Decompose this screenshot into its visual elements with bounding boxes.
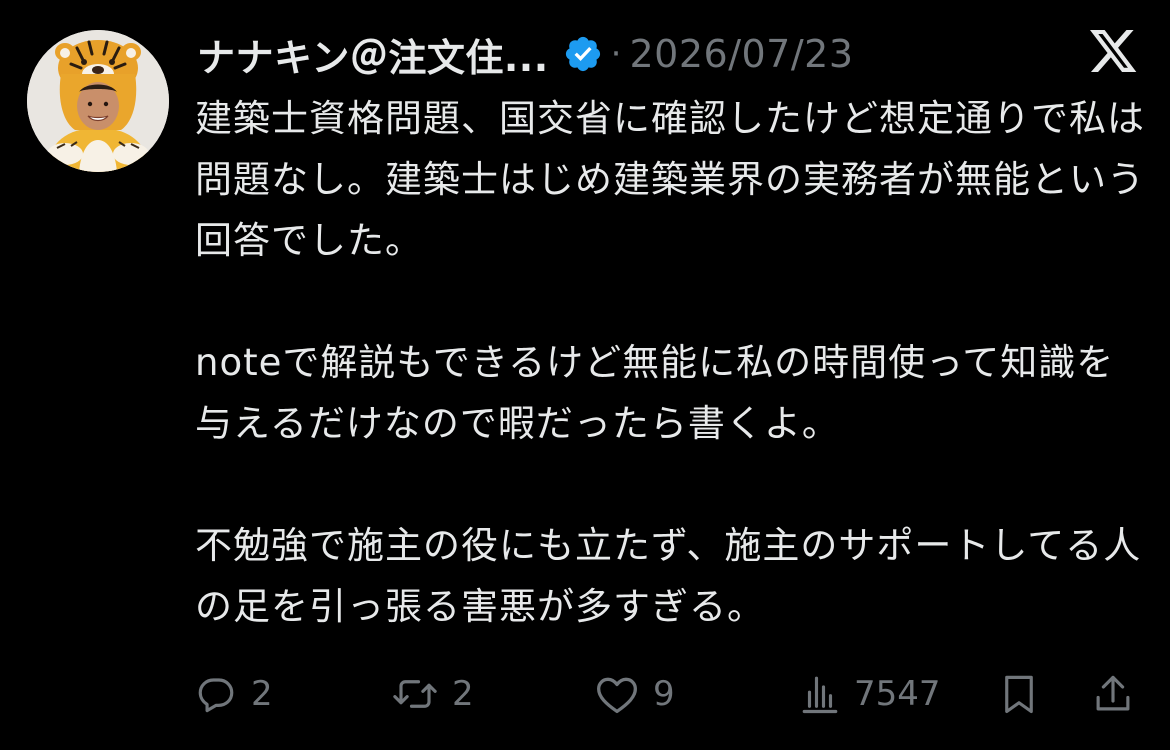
tweet-paragraph: noteで解説もできるけど無能に私の時間使って知識を与えるだけなので暇だったら書… xyxy=(195,341,1115,445)
bookmark-button[interactable] xyxy=(1000,668,1038,720)
tweet-text: 建築士資格問題、国交省に確認したけど想定通りで私は問題なし。建築士はじめ建築業界… xyxy=(195,88,1145,637)
share-button[interactable] xyxy=(1093,668,1133,720)
views-button[interactable]: 7547 xyxy=(800,668,941,720)
author-name[interactable]: ナナキン＠注文住... xyxy=(197,27,549,82)
tweet-paragraph: 不勉強で施主の役にも立たず、施主のサポートしてる人の足を引っ張る害悪が多すぎる。 xyxy=(195,524,1142,628)
heart-icon xyxy=(595,673,639,715)
tweet-header: ナナキン＠注文住... · 2026/07/23 xyxy=(197,26,854,82)
tweet: ナナキン＠注文住... · 2026/07/23 建築士資格問題、国交省に確認し… xyxy=(0,0,1170,750)
separator-dot: · xyxy=(610,34,622,74)
bookmark-icon xyxy=(1000,673,1038,715)
reply-icon xyxy=(195,673,237,715)
reply-count: 2 xyxy=(251,674,273,714)
x-logo-icon[interactable] xyxy=(1090,30,1138,74)
tweet-paragraph: 建築士資格問題、国交省に確認したけど想定通りで私は問題なし。建築士はじめ建築業界… xyxy=(195,97,1145,262)
repost-count: 2 xyxy=(452,674,474,714)
tweet-date[interactable]: 2026/07/23 xyxy=(629,32,853,76)
verified-badge-icon xyxy=(563,34,603,74)
reply-button[interactable]: 2 xyxy=(195,668,273,720)
like-count: 9 xyxy=(653,674,675,714)
views-icon xyxy=(800,673,840,715)
tweet-actions: 2 2 9 7547 xyxy=(195,668,1145,720)
avatar[interactable] xyxy=(27,30,169,172)
share-icon xyxy=(1093,673,1133,715)
like-button[interactable]: 9 xyxy=(595,668,675,720)
views-count: 7547 xyxy=(854,674,941,714)
repost-icon xyxy=(392,673,438,715)
repost-button[interactable]: 2 xyxy=(392,668,474,720)
